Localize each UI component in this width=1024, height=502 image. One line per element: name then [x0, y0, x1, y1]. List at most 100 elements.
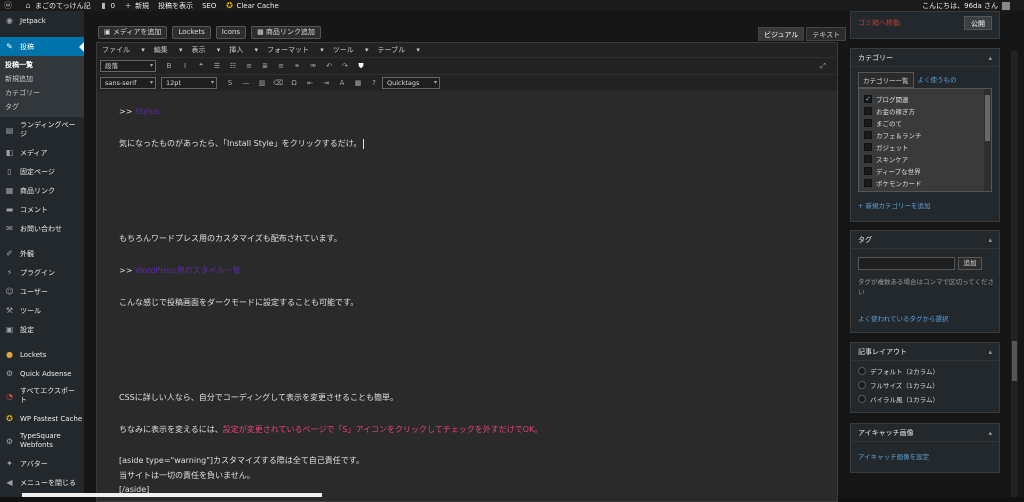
submenu-add-new[interactable]: 新規追加: [0, 72, 84, 86]
menu-view[interactable]: 表示 ▾: [192, 45, 221, 55]
checkbox[interactable]: [864, 131, 872, 139]
admin-bar-seo[interactable]: SEO: [202, 2, 216, 10]
category-item[interactable]: カフェ＆ランチ: [859, 129, 991, 141]
trash-link[interactable]: ゴミ箱へ移動: [858, 18, 900, 28]
checkbox[interactable]: [864, 119, 872, 127]
sidebar-item-jetpack[interactable]: ◉ Jetpack: [0, 11, 84, 30]
category-item[interactable]: ✓ ブログ関連: [859, 93, 991, 105]
category-item[interactable]: ディープな世界: [859, 165, 991, 177]
clear-format-icon[interactable]: ⌫: [273, 78, 283, 88]
paste-text-icon[interactable]: ▥: [257, 78, 267, 88]
radio-button[interactable]: [858, 381, 866, 389]
tag-add-button[interactable]: 追加: [958, 257, 982, 270]
checkbox[interactable]: [864, 179, 872, 187]
help-icon[interactable]: ?: [369, 78, 379, 88]
link-icon[interactable]: ⚭: [292, 61, 302, 71]
sidebar-item-export[interactable]: ◔ すべてエクスポート: [0, 383, 84, 409]
submenu-tags[interactable]: タグ: [0, 100, 84, 114]
sidebar-item-quick-adsense[interactable]: ⚙ Quick Adsense: [0, 364, 84, 383]
menu-file[interactable]: ファイル ▾: [102, 45, 145, 55]
sidebar-item-posts[interactable]: ✎ 投稿: [0, 37, 84, 56]
publish-button[interactable]: 公開: [964, 16, 992, 30]
checkbox[interactable]: [864, 155, 872, 163]
stylus-icon[interactable]: ⛊: [356, 61, 366, 71]
icons-button[interactable]: Icons: [215, 26, 247, 39]
page-scroll-thumb[interactable]: [1012, 341, 1017, 381]
category-title[interactable]: カテゴリー: [851, 49, 999, 67]
hr-icon[interactable]: —: [241, 78, 251, 88]
admin-bar-view-post[interactable]: 投稿を表示: [158, 1, 193, 11]
text-color-icon[interactable]: A: [337, 78, 347, 88]
admin-bar-comments[interactable]: ▮ 0: [100, 1, 115, 10]
choose-tags-link[interactable]: よく使われているタグから選択: [851, 313, 948, 323]
lockets-button[interactable]: Lockets: [172, 26, 211, 39]
layout-option[interactable]: バイラル風（1カラム）: [851, 392, 999, 406]
category-item[interactable]: スキンケア: [859, 153, 991, 165]
checkbox-checked[interactable]: ✓: [864, 95, 872, 103]
sidebar-item-tools[interactable]: ⚒ ツール: [0, 301, 84, 320]
admin-bar-site[interactable]: ⌂ まごのてっけん記: [24, 1, 90, 11]
menu-edit[interactable]: 編集 ▾: [154, 45, 183, 55]
link-wordpress-styles[interactable]: WordPress用のスタイル一覧: [135, 266, 241, 275]
bold-icon[interactable]: B: [164, 61, 174, 71]
menu-format[interactable]: フォーマット ▾: [267, 45, 324, 55]
numbered-list-icon[interactable]: ☷: [228, 61, 238, 71]
checkbox[interactable]: [864, 107, 872, 115]
add-category-link[interactable]: + 新規カテゴリーを追加: [851, 200, 999, 210]
product-link-button[interactable]: ▦ 商品リンク追加: [251, 26, 321, 39]
font-size-select[interactable]: 12pt: [161, 77, 217, 89]
tab-most-used[interactable]: よく使うもの: [914, 72, 961, 88]
sidebar-item-pages[interactable]: ▯ 固定ページ: [0, 162, 84, 181]
tag-title[interactable]: タグ: [851, 231, 999, 249]
align-center-icon[interactable]: ≣: [260, 61, 270, 71]
paragraph-select[interactable]: 段落: [100, 60, 156, 72]
sidebar-item-appearance[interactable]: ✐ 外観: [0, 244, 84, 263]
admin-bar-logo[interactable]: ⓦ: [4, 1, 15, 10]
layout-title[interactable]: 記事レイアウト: [851, 343, 999, 361]
submenu-categories[interactable]: カテゴリー: [0, 86, 84, 100]
link-stylus[interactable]: Stylus: [135, 107, 159, 116]
tab-visual[interactable]: ビジュアル: [758, 27, 805, 41]
radio-button[interactable]: [858, 395, 866, 403]
radio-button[interactable]: [858, 367, 866, 375]
tab-text[interactable]: テキスト: [806, 27, 847, 41]
unlink-icon[interactable]: ⚮: [308, 61, 318, 71]
outdent-icon[interactable]: ⇤: [305, 78, 315, 88]
category-scrollbar[interactable]: [984, 89, 991, 191]
menu-table[interactable]: テーブル ▾: [378, 45, 420, 55]
align-left-icon[interactable]: ≡: [244, 61, 254, 71]
tag-input[interactable]: [858, 257, 955, 270]
italic-icon[interactable]: I: [180, 61, 190, 71]
undo-icon[interactable]: ↶: [324, 61, 334, 71]
page-scrollbar[interactable]: [1011, 51, 1018, 497]
font-family-select[interactable]: sans-serif: [100, 77, 156, 89]
set-thumbnail-link[interactable]: アイキャッチ画像を設定: [851, 451, 999, 461]
fullscreen-icon[interactable]: ⤢: [818, 61, 828, 71]
add-media-button[interactable]: ▣ メディアを追加: [98, 26, 168, 39]
editor-body[interactable]: >> Stylus 気になったものがあったら、「Install Style」をク…: [97, 107, 837, 501]
layout-option[interactable]: デフォルト（2カラム）: [851, 364, 999, 378]
sidebar-item-lockets[interactable]: ● Lockets: [0, 345, 84, 364]
scroll-thumb[interactable]: [985, 95, 990, 141]
category-item[interactable]: ポケモンカード: [859, 177, 991, 189]
align-right-icon[interactable]: ≡: [276, 61, 286, 71]
thumbnail-title[interactable]: アイキャッチ画像: [851, 424, 999, 442]
special-char-icon[interactable]: Ω: [289, 78, 299, 88]
sidebar-item-avatar[interactable]: ✦ アバター: [0, 454, 84, 473]
sidebar-item-typesquare[interactable]: ⚙ TypeSquare Webfonts: [0, 428, 84, 454]
admin-bar-clear-cache[interactable]: ✪ Clear Cache: [225, 1, 279, 10]
layout-option[interactable]: フルサイズ（1カラム）: [851, 378, 999, 392]
checkbox[interactable]: [864, 167, 872, 175]
submenu-all-posts[interactable]: 投稿一覧: [0, 58, 84, 72]
sidebar-item-landing[interactable]: ▤ ランディングページ: [0, 117, 84, 143]
sidebar-collapse[interactable]: ◀ メニューを閉じる: [0, 473, 84, 492]
admin-bar-account[interactable]: こんにちは、96da さん: [922, 0, 1010, 11]
indent-icon[interactable]: ⇥: [321, 78, 331, 88]
menu-tools[interactable]: ツール ▾: [333, 45, 369, 55]
sidebar-item-plugins[interactable]: ⚡ プラグイン: [0, 263, 84, 282]
sidebar-item-fastest-cache[interactable]: ✪ WP Fastest Cache: [0, 409, 84, 428]
quicktags-select[interactable]: Quicktags: [382, 77, 440, 89]
redo-icon[interactable]: ↷: [340, 61, 350, 71]
sidebar-item-users[interactable]: ☺ ユーザー: [0, 282, 84, 301]
tab-all-categories[interactable]: カテゴリー一覧: [858, 72, 914, 88]
